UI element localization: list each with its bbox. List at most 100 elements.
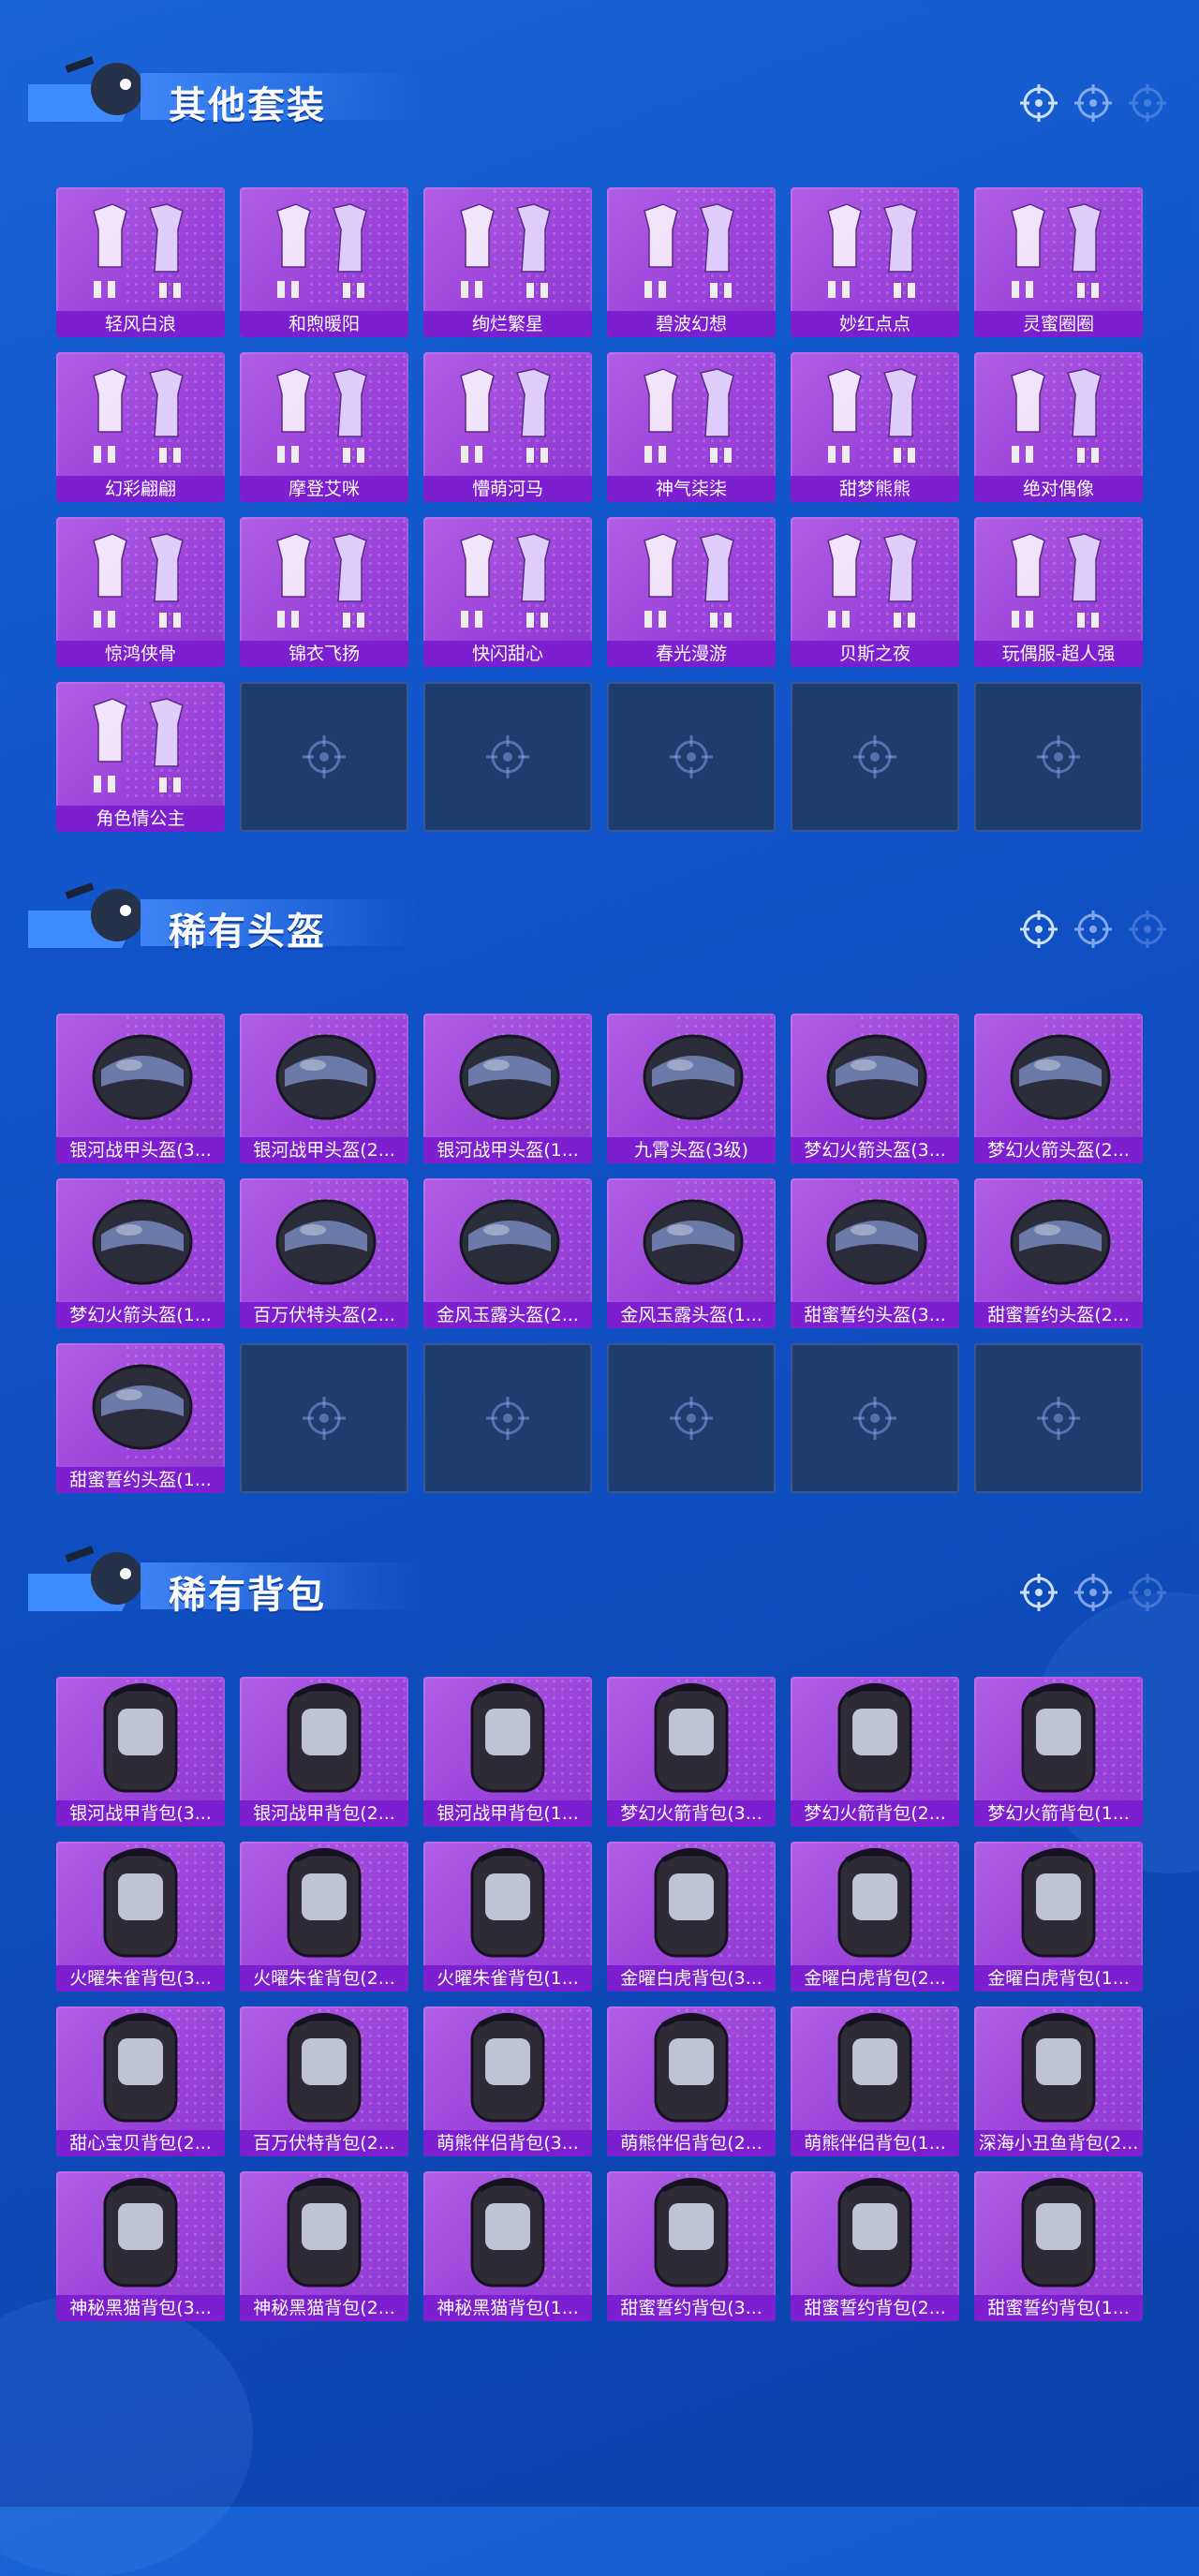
- item-card[interactable]: 神秘黑猫背包(1...: [423, 2171, 592, 2321]
- item-card[interactable]: 银河战甲头盔(3...: [56, 1014, 225, 1163]
- item-image: [240, 1677, 408, 1799]
- item-label: 懵萌河马: [423, 476, 592, 502]
- item-card[interactable]: 神气柒柒: [607, 352, 776, 502]
- item-image: [607, 2006, 776, 2128]
- item-image: [56, 517, 225, 639]
- item-card[interactable]: 金曜白虎背包(1...: [974, 1842, 1143, 1991]
- item-label: 甜心宝贝背包(2...: [56, 2130, 225, 2156]
- item-card[interactable]: 银河战甲头盔(2...: [240, 1014, 408, 1163]
- item-card[interactable]: 神秘黑猫背包(2...: [240, 2171, 408, 2321]
- item-card[interactable]: 银河战甲背包(3...: [56, 1677, 225, 1827]
- item-card[interactable]: 灵蜜圈圈: [974, 187, 1143, 337]
- item-card[interactable]: 甜蜜誓约背包(3...: [607, 2171, 776, 2321]
- item-card[interactable]: 金风玉露头盔(2...: [423, 1178, 592, 1328]
- item-image: [240, 1014, 408, 1135]
- item-image: [791, 352, 959, 474]
- item-label: 甜蜜誓约头盔(1...: [56, 1467, 225, 1493]
- crosshair-placeholder-icon: [484, 733, 531, 780]
- crosshair-icon: [1129, 910, 1166, 948]
- item-card[interactable]: 火曜朱雀背包(1...: [423, 1842, 592, 1991]
- item-card[interactable]: 萌熊伴侣背包(2...: [607, 2006, 776, 2156]
- item-label: 金风玉露头盔(1...: [607, 1302, 776, 1328]
- item-card[interactable]: 摩登艾咪: [240, 352, 408, 502]
- item-card[interactable]: 角色情公主: [56, 682, 225, 832]
- item-image: [974, 352, 1143, 474]
- item-image: [423, 1842, 592, 1963]
- item-card[interactable]: 惊鸿侠骨: [56, 517, 225, 667]
- item-card[interactable]: 梦幻火箭背包(3...: [607, 1677, 776, 1827]
- empty-slot: [791, 682, 959, 832]
- item-card[interactable]: 百万伏特背包(2...: [240, 2006, 408, 2156]
- item-card[interactable]: 银河战甲头盔(1...: [423, 1014, 592, 1163]
- item-card[interactable]: 甜蜜誓约头盔(2...: [974, 1178, 1143, 1328]
- item-card[interactable]: 锦衣飞扬: [240, 517, 408, 667]
- item-card[interactable]: 梦幻火箭头盔(1...: [56, 1178, 225, 1328]
- item-card[interactable]: 春光漫游: [607, 517, 776, 667]
- item-card[interactable]: 深海小丑鱼背包(2...: [974, 2006, 1143, 2156]
- item-card[interactable]: 金曜白虎背包(3...: [607, 1842, 776, 1991]
- item-label: 火曜朱雀背包(1...: [423, 1965, 592, 1991]
- section-rare-helmets: 稀有头盔 银河战甲头盔(3... 银河战甲头盔(2... 银河战甲头盔(1... 九霄…: [0, 864, 1199, 1493]
- item-card[interactable]: 神秘黑猫背包(3...: [56, 2171, 225, 2321]
- item-card[interactable]: 甜蜜誓约背包(2...: [791, 2171, 959, 2321]
- item-card[interactable]: 碧波幻想: [607, 187, 776, 337]
- item-card[interactable]: 甜蜜誓约头盔(3...: [791, 1178, 959, 1328]
- item-label: 百万伏特头盔(2...: [240, 1302, 408, 1328]
- item-label: 银河战甲头盔(1...: [423, 1137, 592, 1163]
- item-card[interactable]: 百万伏特头盔(2...: [240, 1178, 408, 1328]
- item-card[interactable]: 甜蜜誓约头盔(1...: [56, 1343, 225, 1493]
- section-title: 稀有背包: [169, 1574, 326, 1617]
- item-card[interactable]: 甜梦熊熊: [791, 352, 959, 502]
- item-card[interactable]: 玩偶服-超人强: [974, 517, 1143, 667]
- item-label: 神气柒柒: [607, 476, 776, 502]
- item-label: 甜梦熊熊: [791, 476, 959, 502]
- item-image: [791, 1178, 959, 1300]
- item-image: [791, 1842, 959, 1963]
- item-label: 甜蜜誓约背包(1...: [974, 2295, 1143, 2321]
- item-card[interactable]: 金风玉露头盔(1...: [607, 1178, 776, 1328]
- item-card[interactable]: 贝斯之夜: [791, 517, 959, 667]
- item-card[interactable]: 绚烂繁星: [423, 187, 592, 337]
- item-card[interactable]: 火曜朱雀背包(2...: [240, 1842, 408, 1991]
- empty-slot: [423, 1343, 592, 1493]
- empty-slot: [240, 1343, 408, 1493]
- crosshair-placeholder-icon: [668, 733, 715, 780]
- item-image: [607, 1178, 776, 1300]
- item-label: 金风玉露头盔(2...: [423, 1302, 592, 1328]
- item-card[interactable]: 火曜朱雀背包(3...: [56, 1842, 225, 1991]
- item-card[interactable]: 萌熊伴侣背包(1...: [791, 2006, 959, 2156]
- item-image: [423, 1014, 592, 1135]
- item-label: 玩偶服-超人强: [974, 641, 1143, 667]
- item-card[interactable]: 快闪甜心: [423, 517, 592, 667]
- crosshair-icon: [1129, 1574, 1166, 1611]
- item-card[interactable]: 幻彩翩翩: [56, 352, 225, 502]
- item-card[interactable]: 妙红点点: [791, 187, 959, 337]
- item-card[interactable]: 金曜白虎背包(2...: [791, 1842, 959, 1991]
- item-image: [791, 2171, 959, 2293]
- item-card[interactable]: 甜蜜誓约背包(1...: [974, 2171, 1143, 2321]
- item-card[interactable]: 轻风白浪: [56, 187, 225, 337]
- item-image: [56, 1178, 225, 1300]
- crosshair-placeholder-icon: [668, 1395, 715, 1442]
- item-card[interactable]: 梦幻火箭背包(1...: [974, 1677, 1143, 1827]
- empty-slot: [607, 682, 776, 832]
- item-image: [607, 2171, 776, 2293]
- empty-slot: [974, 682, 1143, 832]
- item-card[interactable]: 银河战甲背包(2...: [240, 1677, 408, 1827]
- item-label: 银河战甲头盔(2...: [240, 1137, 408, 1163]
- item-label: 甜蜜誓约头盔(2...: [974, 1302, 1143, 1328]
- crosshair-decor: [1020, 84, 1166, 122]
- item-label: 火曜朱雀背包(3...: [56, 1965, 225, 1991]
- item-card[interactable]: 甜心宝贝背包(2...: [56, 2006, 225, 2156]
- item-card[interactable]: 懵萌河马: [423, 352, 592, 502]
- item-card[interactable]: 梦幻火箭头盔(3...: [791, 1014, 959, 1163]
- section-header: 稀有背包: [0, 1527, 1199, 1639]
- item-card[interactable]: 银河战甲背包(1...: [423, 1677, 592, 1827]
- item-card[interactable]: 梦幻火箭头盔(2...: [974, 1014, 1143, 1163]
- item-card[interactable]: 绝对偶像: [974, 352, 1143, 502]
- item-card[interactable]: 和煦暖阳: [240, 187, 408, 337]
- item-card[interactable]: 萌熊伴侣背包(3...: [423, 2006, 592, 2156]
- item-card[interactable]: 梦幻火箭背包(2...: [791, 1677, 959, 1827]
- item-card[interactable]: 九霄头盔(3级): [607, 1014, 776, 1163]
- crosshair-icon: [1129, 84, 1166, 122]
